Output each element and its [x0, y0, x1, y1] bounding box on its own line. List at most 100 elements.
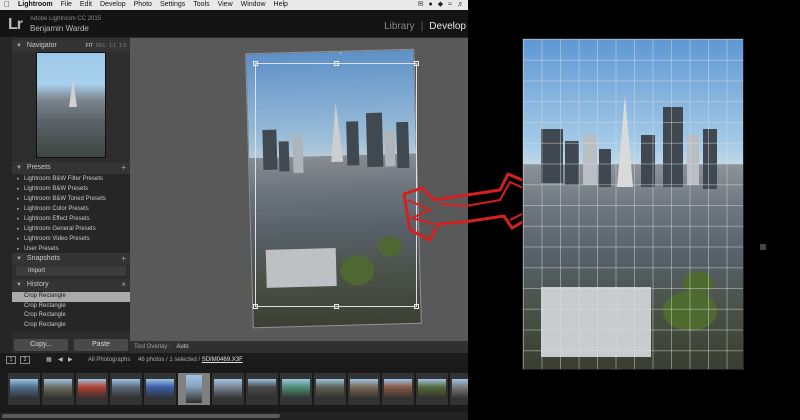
user-name: Benjamin Warde	[30, 24, 89, 33]
filmstrip-thumbnail[interactable]	[110, 373, 142, 405]
filmstrip-scrollbar[interactable]	[0, 412, 468, 420]
preset-folder[interactable]: Lightroom Effect Presets	[12, 214, 130, 224]
navigator-zoom-options: FIT FILL 1:1 1:3	[86, 40, 126, 52]
preset-folder[interactable]: Lightroom General Presets	[12, 224, 130, 234]
filmstrip-thumbnail[interactable]	[416, 373, 448, 405]
crop-corner-handle[interactable]	[253, 61, 258, 66]
menu-edit[interactable]: Edit	[80, 0, 92, 10]
history-step-selected[interactable]: Crop Rectangle	[12, 292, 130, 302]
product-name: Adobe Lightroom CC 2015	[30, 16, 102, 22]
crop-edge-handle[interactable]	[334, 304, 339, 309]
tool-overlay-label: Tool Overlay :	[134, 344, 171, 350]
navigator-preview[interactable]	[36, 52, 106, 158]
zoom-1-3[interactable]: 1:3	[119, 40, 126, 52]
thumbnail-image	[248, 379, 276, 399]
crop-corner-handle[interactable]	[253, 304, 258, 309]
history-step[interactable]: Crop Rectangle	[12, 302, 130, 312]
filmstrip-bar: 1 2 ▦ ◀ ▶ All Photographs 46 photos / 1 …	[0, 353, 468, 367]
clear-history-icon[interactable]: ×	[121, 279, 126, 291]
filmstrip-thumbnail-selected[interactable]	[178, 373, 210, 405]
snapshots-header[interactable]: ▼ Snapshots +	[12, 253, 130, 265]
left-panel-edge[interactable]	[0, 38, 12, 353]
thumbnail-image	[44, 379, 72, 399]
menu-view[interactable]: View	[218, 0, 233, 10]
thumbnail-image	[384, 379, 412, 399]
add-snapshot-icon[interactable]: +	[121, 253, 126, 265]
screenshot-stage:  Lightroom File Edit Develop Photo Sett…	[0, 0, 800, 420]
thumbnail-image	[316, 379, 344, 399]
menu-file[interactable]: File	[61, 0, 72, 10]
paste-settings-button[interactable]: Paste	[74, 339, 128, 351]
preset-folder[interactable]: Lightroom B&W Toned Presets	[12, 194, 130, 204]
menu-window[interactable]: Window	[241, 0, 266, 10]
zoom-fill[interactable]: FILL	[96, 40, 106, 52]
preset-list: Lightroom B&W Filter Presets Lightroom B…	[12, 174, 130, 256]
menu-app-name[interactable]: Lightroom	[18, 0, 53, 10]
grid-view-icon[interactable]: ▦	[46, 353, 52, 367]
history-title: History	[26, 281, 49, 288]
filmstrip-thumbnail[interactable]	[246, 373, 278, 405]
apple-menu-icon[interactable]: 	[4, 0, 10, 10]
thumbnail-image	[186, 375, 202, 403]
back-arrow-icon[interactable]: ◀	[58, 353, 63, 367]
wifi-icon[interactable]: ≈	[448, 0, 452, 10]
history-header[interactable]: ▼ History ×	[12, 279, 130, 291]
history-step[interactable]: Crop Rectangle	[12, 311, 130, 321]
preset-folder[interactable]: Lightroom B&W Presets	[12, 184, 130, 194]
mail-icon[interactable]: ✉	[418, 0, 424, 10]
left-panel: ▼ Navigator FIT FILL 1:1 1:3 ▼ Presets +…	[12, 38, 130, 353]
preview-spire-shape	[69, 79, 77, 107]
zoom-1-1[interactable]: 1:1	[109, 40, 116, 52]
selected-filename[interactable]: SDIM0469.X3F	[202, 357, 243, 363]
crop-corner-handle[interactable]	[414, 61, 419, 66]
filmstrip-count: 46 photos / 1 selected / SDIM0469.X3F	[138, 353, 243, 367]
menu-settings[interactable]: Settings	[160, 0, 185, 10]
filmstrip-thumbnail[interactable]	[348, 373, 380, 405]
menu-tools[interactable]: Tools	[193, 0, 209, 10]
record-icon[interactable]: ●	[429, 0, 433, 10]
cropped-result-photo	[522, 38, 744, 370]
module-develop[interactable]: Develop	[429, 21, 466, 32]
filmstrip-thumbnail[interactable]	[8, 373, 40, 405]
crop-corner-handle[interactable]	[414, 304, 419, 309]
filmstrip-thumbnail[interactable]	[42, 373, 74, 405]
history-step[interactable]: Crop Rectangle	[12, 321, 130, 331]
crop-rectangle[interactable]	[253, 61, 419, 309]
crop-edge-handle[interactable]	[334, 61, 339, 66]
menu-help[interactable]: Help	[274, 0, 288, 10]
filmstrip-thumbnail[interactable]	[450, 373, 468, 405]
scrollbar-thumb[interactable]	[2, 414, 280, 418]
snapshot-item[interactable]: Import	[16, 266, 126, 276]
filmstrip-thumbnail[interactable]	[314, 373, 346, 405]
filmstrip-thumbnail[interactable]	[144, 373, 176, 405]
add-preset-icon[interactable]: +	[121, 162, 126, 174]
zoom-fit[interactable]: FIT	[86, 40, 94, 52]
collapse-triangle-icon: ▼	[16, 43, 22, 49]
collapse-triangle-icon: ▼	[16, 165, 22, 171]
menu-photo[interactable]: Photo	[134, 0, 152, 10]
secondary-window-toggle[interactable]: 2	[20, 356, 30, 364]
dropbox-icon[interactable]: ◆	[438, 0, 443, 10]
menu-develop[interactable]: Develop	[100, 0, 126, 10]
thumbnail-image	[78, 379, 106, 399]
filmstrip-source[interactable]: All Photographs	[88, 353, 130, 367]
forward-arrow-icon[interactable]: ▶	[68, 353, 73, 367]
preset-folder[interactable]: Lightroom B&W Filter Presets	[12, 174, 130, 184]
filmstrip-thumbnail[interactable]	[212, 373, 244, 405]
module-picker: Library | Develop	[384, 21, 466, 32]
filmstrip-thumbnail[interactable]	[382, 373, 414, 405]
tool-overlay-select[interactable]: Auto	[176, 344, 188, 350]
copy-settings-button[interactable]: Copy...	[14, 339, 68, 351]
filmstrip-thumbnail[interactable]	[280, 373, 312, 405]
preset-folder[interactable]: Lightroom Video Presets	[12, 234, 130, 244]
volume-icon[interactable]: ♬	[457, 0, 464, 10]
preset-folder[interactable]: Lightroom Color Presets	[12, 204, 130, 214]
navigator-header[interactable]: ▼ Navigator FIT FILL 1:1 1:3	[12, 40, 130, 52]
thumbnail-image	[418, 379, 446, 399]
history-list: Crop Rectangle Crop Rectangle Crop Recta…	[12, 292, 130, 332]
module-library[interactable]: Library	[384, 21, 415, 32]
crop-handle-icon[interactable]: □	[339, 51, 342, 57]
primary-window-toggle[interactable]: 1	[6, 356, 16, 364]
presets-header[interactable]: ▼ Presets +	[12, 162, 130, 174]
filmstrip-thumbnail[interactable]	[76, 373, 108, 405]
